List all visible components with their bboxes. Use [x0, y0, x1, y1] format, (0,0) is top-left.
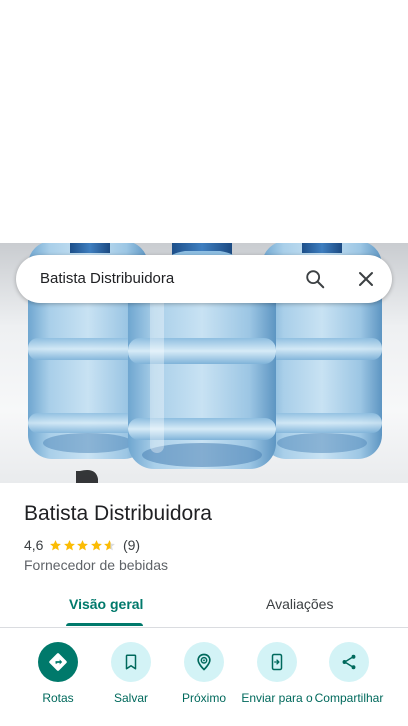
- share-icon: [342, 654, 356, 670]
- directions-button[interactable]: Rotas: [22, 642, 94, 705]
- directions-label: Rotas: [42, 691, 74, 705]
- rating-value: 4,6: [24, 537, 44, 553]
- nearby-icon: [197, 653, 211, 671]
- action-bar: Rotas Salvar Próximo Enviar para o Compa…: [0, 628, 408, 726]
- directions-icon: [49, 653, 67, 671]
- star-half-icon: [104, 539, 116, 550]
- place-category: Fornecedor de bebidas: [24, 557, 168, 573]
- search-bar[interactable]: Batista Distribuidora: [16, 255, 392, 303]
- close-icon[interactable]: [356, 269, 376, 289]
- tab-overview[interactable]: Visão geral: [69, 596, 143, 612]
- star-rating: [49, 539, 117, 552]
- send-to-phone-icon: [271, 653, 283, 671]
- bookmark-icon: [125, 654, 137, 670]
- rating-row[interactable]: 4,6 (9): [24, 537, 140, 553]
- search-icon[interactable]: [304, 268, 326, 290]
- tab-reviews[interactable]: Avaliações: [266, 596, 333, 612]
- search-input[interactable]: Batista Distribuidora: [40, 270, 174, 287]
- review-count[interactable]: (9): [123, 537, 140, 553]
- send-to-phone-button[interactable]: Enviar para o: [241, 642, 313, 705]
- photo-artifact: [76, 470, 98, 483]
- place-title: Batista Distribuidora: [24, 502, 212, 525]
- save-button[interactable]: Salvar: [95, 642, 167, 705]
- blank-map-area: [0, 0, 408, 243]
- nearby-label: Próximo: [181, 691, 226, 705]
- star-icon: [64, 539, 75, 550]
- star-icon: [50, 539, 62, 550]
- save-label: Salvar: [113, 691, 148, 705]
- nearby-button[interactable]: Próximo: [168, 642, 240, 705]
- share-label: Compartilhar: [314, 691, 384, 705]
- star-icon: [77, 539, 89, 550]
- tab-bar: Visão geral Avaliações: [0, 586, 408, 628]
- send-to-phone-label: Enviar para o: [241, 691, 313, 705]
- active-tab-indicator: [66, 623, 143, 626]
- share-button[interactable]: Compartilhar: [313, 642, 385, 705]
- star-icon: [91, 539, 102, 550]
